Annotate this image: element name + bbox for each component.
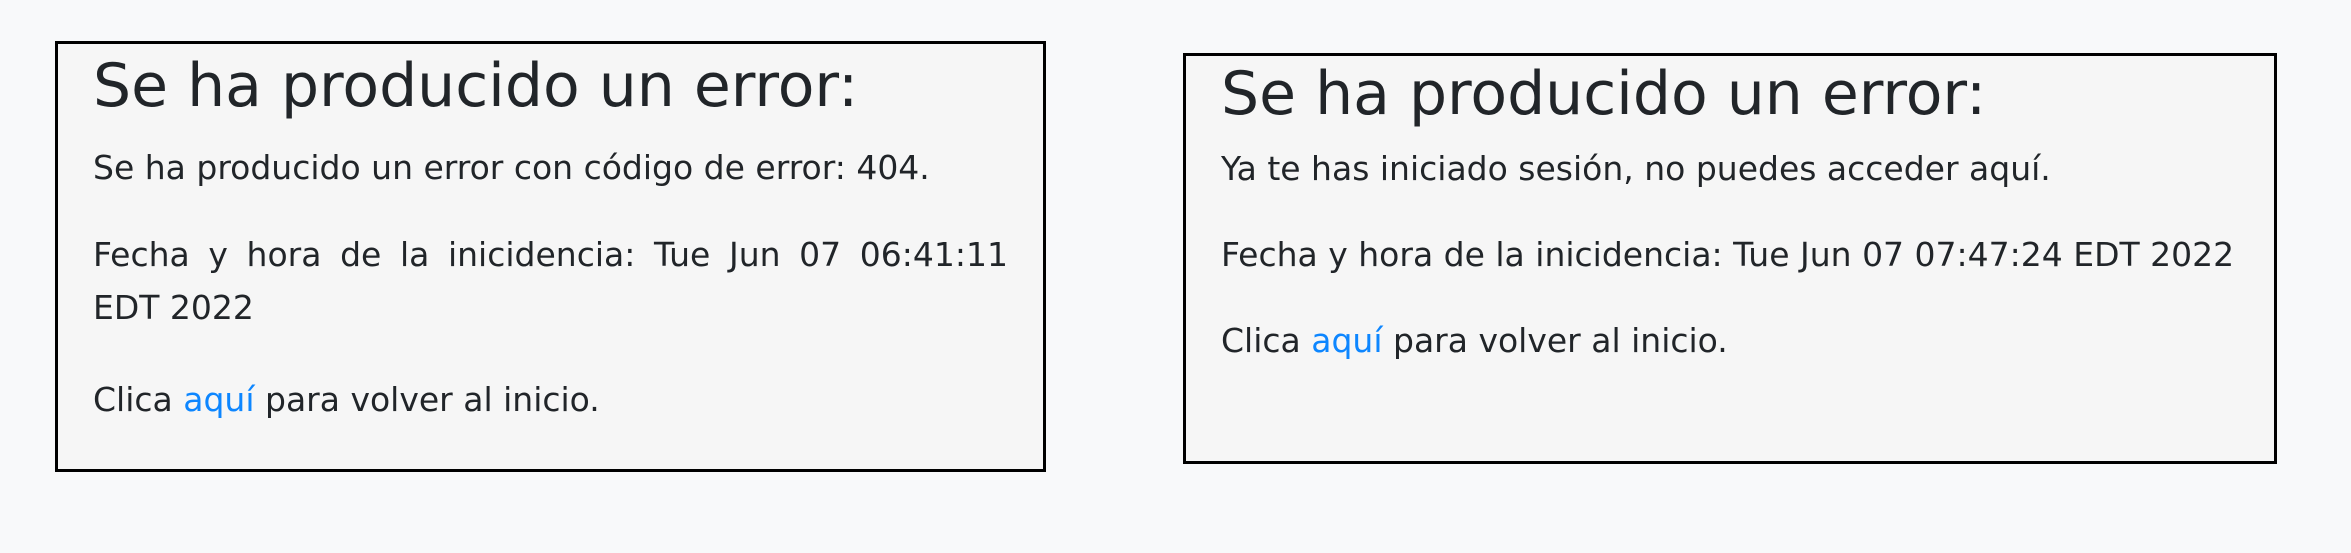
return-home-text: Clica aquí para volver al inicio. (93, 373, 1008, 426)
return-home-link[interactable]: aquí (1311, 321, 1382, 360)
return-suffix: para volver al inicio. (265, 380, 600, 419)
error-title: Se ha producido un error: (93, 51, 859, 121)
error-title: Se ha producido un error: (1221, 59, 1987, 129)
incident-datetime-value: Tue Jun 07 07:47:24 EDT 2022 (1733, 235, 2235, 274)
error-panel-404: Se ha producido un error: Se ha producid… (55, 41, 1046, 472)
return-home-text: Clica aquí para volver al inicio. (1221, 314, 2239, 367)
error-message: Ya te has iniciado sesión, no puedes acc… (1221, 149, 2051, 188)
error-message: Se ha producido un error con código de e… (93, 148, 930, 187)
return-prefix: Clica (93, 380, 173, 419)
return-prefix: Clica (1221, 321, 1301, 360)
return-suffix: para volver al inicio. (1393, 321, 1728, 360)
error-panel-logged-in: Se ha producido un error: Ya te has inic… (1183, 53, 2277, 464)
incident-datetime: Fecha y hora de la inicidencia: Tue Jun … (93, 228, 1008, 334)
return-home-link[interactable]: aquí (183, 380, 254, 419)
incident-datetime-label: Fecha y hora de la inicidencia: (1221, 235, 1723, 274)
incident-datetime-label: Fecha y hora de la inicidencia: (93, 235, 636, 274)
incident-datetime: Fecha y hora de la inicidencia: Tue Jun … (1221, 228, 2239, 281)
